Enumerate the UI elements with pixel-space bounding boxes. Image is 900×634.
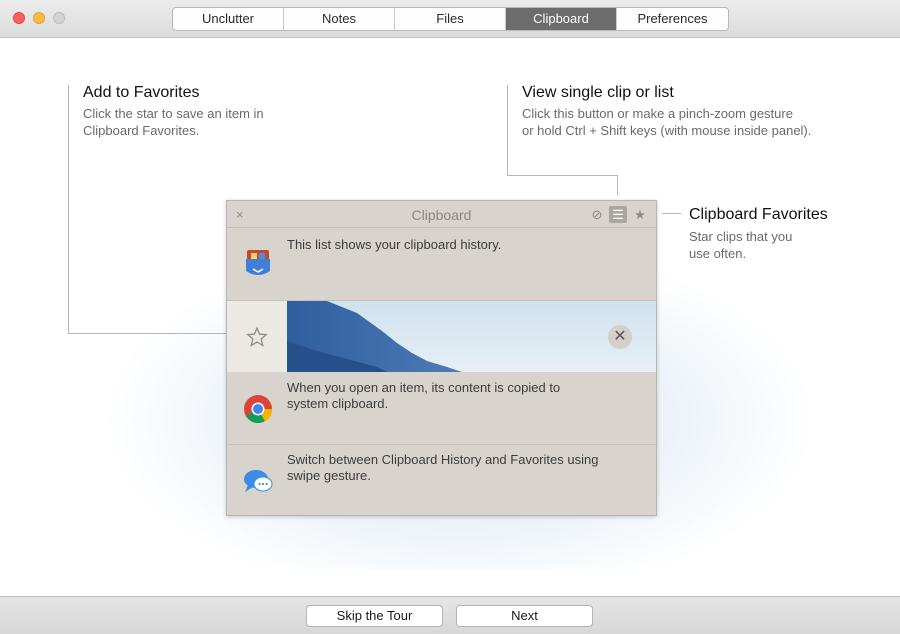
panel-header: × Clipboard ⊘ ☰ ★	[227, 201, 656, 228]
image-thumbnail	[287, 301, 656, 372]
callout-line-vertical	[617, 175, 618, 195]
clear-icon[interactable]: ⊘	[588, 206, 606, 223]
callout-text-clipboard-favorites-1: Star clips that you	[689, 229, 793, 244]
tab-unclutter[interactable]: Unclutter	[173, 8, 284, 30]
minimize-window-button[interactable]	[33, 12, 45, 24]
next-button[interactable]: Next	[456, 605, 593, 627]
callout-line-vertical	[507, 85, 508, 175]
callout-text-add-favorites-1: Click the star to save an item in	[83, 106, 264, 121]
callout-line-horizontal	[68, 333, 244, 334]
callout-text-view-clip-1: Click this button or make a pinch-zoom g…	[522, 106, 793, 121]
tour-content: Add to Favorites Click the star to save …	[0, 39, 900, 596]
pocket-app-icon	[246, 250, 270, 275]
callout-text-clipboard-favorites-2: use often.	[689, 246, 747, 261]
tab-files[interactable]: Files	[395, 8, 506, 30]
close-window-button[interactable]	[13, 12, 25, 24]
callout-line-vertical	[68, 85, 69, 333]
callout-line-horizontal	[662, 213, 681, 214]
callout-title-clipboard-favorites: Clipboard Favorites	[689, 206, 828, 223]
clipboard-panel: × Clipboard ⊘ ☰ ★ This list shows your c…	[226, 200, 657, 516]
tab-bar: Unclutter Notes Files Clipboard Preferen…	[172, 7, 729, 31]
list-item[interactable]: Switch between Clipboard History and Fav…	[227, 445, 656, 517]
favorites-star-icon[interactable]: ★	[631, 206, 649, 223]
row-text: system clipboard.	[287, 396, 389, 411]
callout-title-add-favorites: Add to Favorites	[83, 84, 200, 101]
mountain-image	[287, 301, 462, 372]
row-text: swipe gesture.	[287, 468, 371, 483]
callout-text-add-favorites-2: Clipboard Favorites.	[83, 123, 200, 138]
callout-title-view-clip: View single clip or list	[522, 84, 674, 101]
row-text: Switch between Clipboard History and Fav…	[287, 452, 599, 467]
callout-text-view-clip-2: or hold Ctrl + Shift keys (with mouse in…	[522, 123, 812, 138]
row-text: When you open an item, its content is co…	[287, 380, 561, 395]
chrome-icon	[244, 395, 273, 423]
image-clip-row[interactable]: ✕	[227, 301, 656, 372]
skip-tour-button[interactable]: Skip the Tour	[306, 605, 443, 627]
tab-preferences[interactable]: Preferences	[617, 8, 728, 30]
list-view-icon[interactable]: ☰	[609, 206, 627, 223]
list-item[interactable]: When you open an item, its content is co…	[227, 373, 656, 445]
footer-bar: Skip the Tour Next	[0, 596, 900, 634]
callout-line-horizontal	[507, 175, 618, 176]
list-item[interactable]: This list shows your clipboard history.	[227, 229, 656, 301]
tab-clipboard[interactable]: Clipboard	[506, 8, 617, 30]
star-outline-icon[interactable]	[246, 326, 268, 348]
title-bar: Unclutter Notes Files Clipboard Preferen…	[0, 0, 900, 38]
zoom-window-button[interactable]	[53, 12, 65, 24]
remove-clip-button[interactable]: ✕	[608, 325, 632, 349]
messages-icon	[244, 470, 273, 492]
row-text: This list shows your clipboard history.	[287, 237, 502, 252]
tab-notes[interactable]: Notes	[284, 8, 395, 30]
